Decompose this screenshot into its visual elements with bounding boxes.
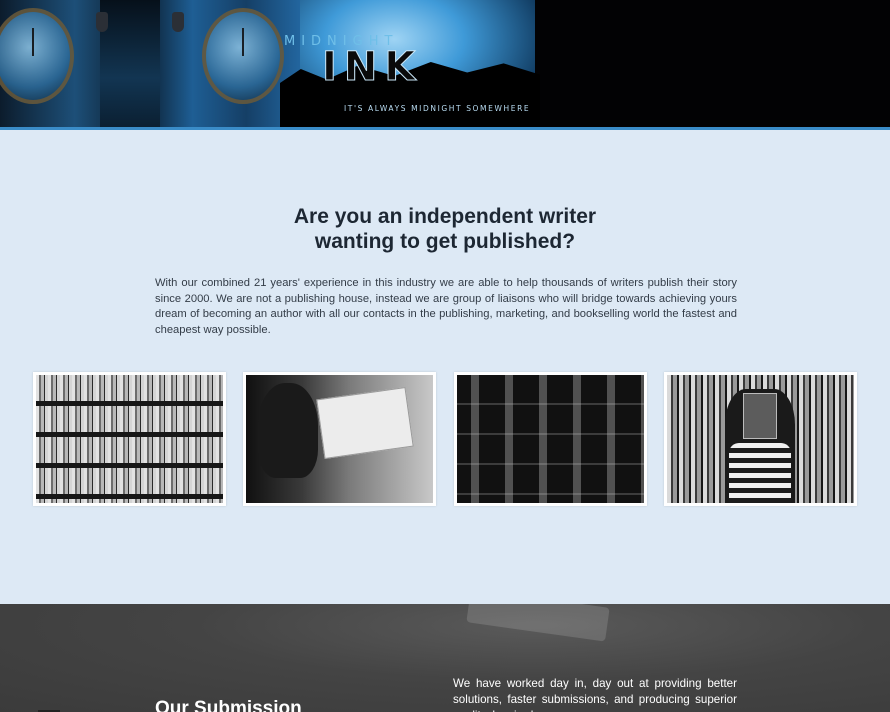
bookstore-image xyxy=(457,375,644,503)
intro-headline: Are you an independent writer wanting to… xyxy=(0,204,890,254)
striped-shirt xyxy=(729,443,791,503)
intro-paragraph: With our combined 21 years' experience i… xyxy=(155,277,737,337)
gallery-photo-bookshelves[interactable] xyxy=(33,372,226,506)
header-banner: MIDNIGHT INK IT'S ALWAYS MIDNIGHT SOMEWH… xyxy=(0,0,890,130)
girl-with-book-image xyxy=(667,375,854,503)
gallery-photo-bookstore[interactable] xyxy=(454,372,647,506)
banner-tower-image xyxy=(100,0,160,127)
gallery-photo-reading[interactable] xyxy=(243,372,436,506)
headline-line-2: wanting to get published? xyxy=(314,230,576,253)
lamp-icon xyxy=(96,12,108,32)
gallery-photo-girl-with-book[interactable] xyxy=(664,372,857,506)
held-book xyxy=(743,393,777,439)
reading-image xyxy=(246,375,433,503)
clock-image-right xyxy=(202,8,284,104)
submission-text: We have worked day in, day out at provid… xyxy=(453,677,737,712)
logo-tagline: IT'S ALWAYS MIDNIGHT SOMEWHERE xyxy=(344,104,531,113)
reader-silhouette xyxy=(258,383,318,478)
bookshelves-image xyxy=(36,375,223,503)
background-paper xyxy=(466,604,610,642)
headline-line-1: Are you an independent writer xyxy=(293,205,597,228)
submission-heading: Our Submission xyxy=(155,698,302,712)
clock-image-left xyxy=(0,8,74,104)
lamp-icon xyxy=(172,12,184,32)
submission-section: Our Submission We have worked day in, da… xyxy=(0,604,890,712)
logo-title[interactable]: INK xyxy=(321,44,422,91)
picture-book xyxy=(316,387,414,459)
